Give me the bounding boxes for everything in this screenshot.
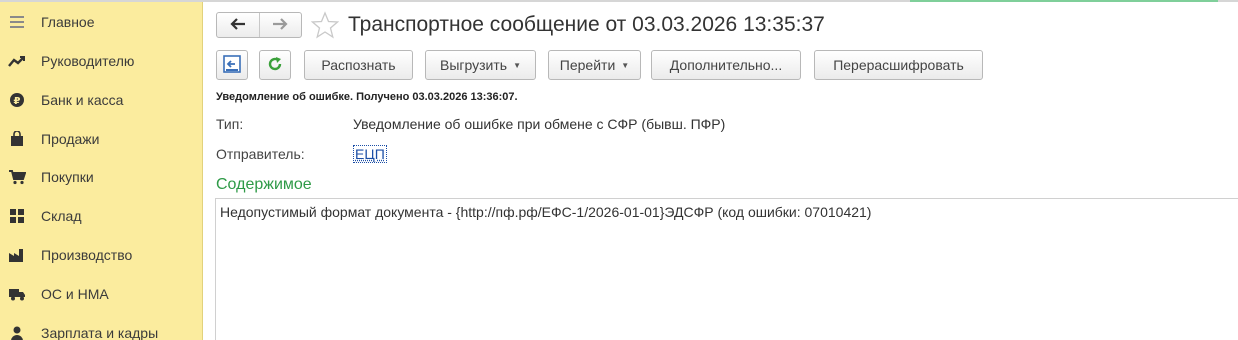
sidebar-item-label: Главное xyxy=(41,14,95,30)
favorite-star-icon[interactable] xyxy=(310,11,340,39)
menu-lines-icon xyxy=(8,13,26,31)
sidebar-item-salary[interactable]: Зарплата и кадры xyxy=(0,314,202,340)
arrow-left-icon xyxy=(230,17,246,33)
content-textarea[interactable]: Недопустимый формат документа - {http://… xyxy=(215,198,1238,340)
sender-value: ЕЦП xyxy=(353,145,387,163)
person-icon xyxy=(8,324,26,340)
sidebar-item-label: Руководителю xyxy=(41,53,135,69)
error-notice: Уведомление об ошибке. Получено 03.03.20… xyxy=(216,91,518,103)
sidebar-item-bank[interactable]: ₽ Банк и касса xyxy=(0,81,202,119)
sidebar-item-label: Банк и касса xyxy=(41,92,124,108)
save-icon xyxy=(223,54,241,76)
content-heading: Содержимое xyxy=(216,176,312,193)
content-text: Недопустимый формат документа - {http://… xyxy=(220,204,872,220)
sidebar-item-main[interactable]: Главное xyxy=(0,3,202,41)
document-form: Транспортное сообщение от 03.03.2026 13:… xyxy=(203,2,1238,340)
forward-button[interactable] xyxy=(258,13,302,37)
caret-down-icon: ▼ xyxy=(513,60,521,70)
sidebar-item-label: Продажи xyxy=(41,131,100,147)
sidebar-item-manager[interactable]: Руководителю xyxy=(0,42,202,80)
refresh-icon xyxy=(267,56,283,75)
type-label: Тип: xyxy=(216,116,244,132)
sidebar-item-sales[interactable]: Продажи xyxy=(0,120,202,158)
sidebar-item-label: ОС и НМА xyxy=(41,286,109,302)
sidebar-item-label: Производство xyxy=(41,247,133,263)
coin-icon: ₽ xyxy=(8,91,26,109)
svg-text:₽: ₽ xyxy=(14,96,21,107)
type-value: Уведомление об ошибке при обмене с СФР (… xyxy=(353,116,726,132)
history-nav xyxy=(216,12,302,38)
truck-icon xyxy=(8,285,26,303)
page-title: Транспортное сообщение от 03.03.2026 13:… xyxy=(348,13,825,36)
shopping-bag-icon xyxy=(8,130,26,148)
refresh-button[interactable] xyxy=(259,50,291,80)
factory-icon xyxy=(8,246,26,264)
sidebar-item-assets[interactable]: ОС и НМА xyxy=(0,275,202,313)
sender-label: Отправитель: xyxy=(216,146,305,162)
goto-dropdown-button[interactable]: Перейти ▼ xyxy=(548,50,641,80)
sender-link[interactable]: ЕЦП xyxy=(353,145,387,163)
sidebar-item-label: Зарплата и кадры xyxy=(41,325,159,340)
sidebar-item-label: Склад xyxy=(41,208,82,224)
back-button[interactable] xyxy=(217,13,259,37)
export-dropdown-button[interactable]: Выгрузить ▼ xyxy=(425,50,536,80)
sidebar-item-label: Покупки xyxy=(41,169,94,185)
save-close-button[interactable] xyxy=(216,50,248,80)
recognize-button[interactable]: Распознать xyxy=(304,50,413,80)
redecrypt-button[interactable]: Перерасшифровать xyxy=(814,50,983,80)
sidebar-item-warehouse[interactable]: Склад xyxy=(0,197,202,235)
warehouse-icon xyxy=(8,207,26,225)
sidebar-item-production[interactable]: Производство xyxy=(0,236,202,274)
caret-down-icon: ▼ xyxy=(621,60,630,70)
sidebar: Главное Руководителю ₽ Банк и касса Прод… xyxy=(0,2,203,340)
trend-chart-icon xyxy=(8,52,26,70)
arrow-right-icon xyxy=(272,17,288,33)
more-actions-button[interactable]: Дополнительно... xyxy=(651,50,801,80)
cart-icon xyxy=(8,168,26,186)
sidebar-item-purchases[interactable]: Покупки xyxy=(0,158,202,196)
